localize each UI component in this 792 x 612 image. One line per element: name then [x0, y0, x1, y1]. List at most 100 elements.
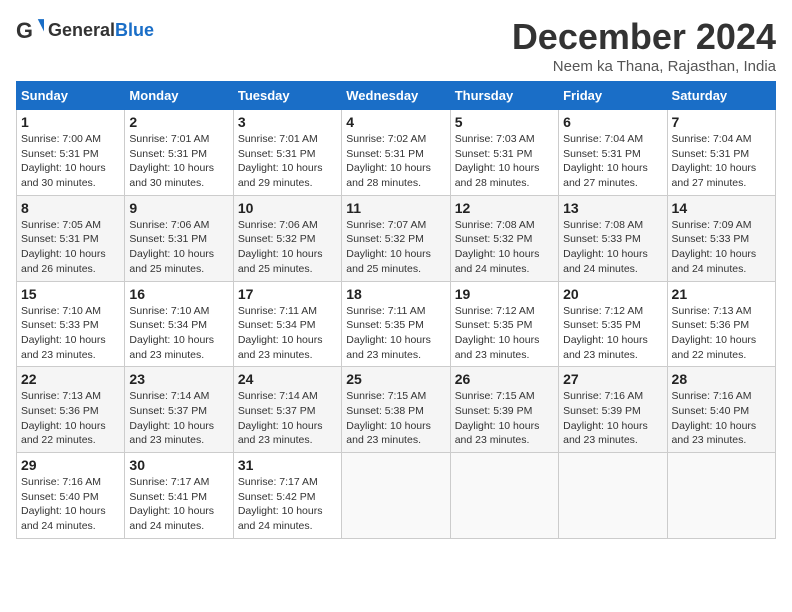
day-cell: 4 Sunrise: 7:02 AM Sunset: 5:31 PM Dayli…: [342, 110, 450, 196]
day-detail: Sunrise: 7:02 AM Sunset: 5:31 PM Dayligh…: [346, 132, 445, 191]
title-block: December 2024 Neem ka Thana, Rajasthan, …: [512, 16, 776, 75]
day-cell: 28 Sunrise: 7:16 AM Sunset: 5:40 PM Dayl…: [667, 367, 775, 453]
day-detail: Sunrise: 7:15 AM Sunset: 5:38 PM Dayligh…: [346, 389, 445, 448]
header-sunday: Sunday: [17, 82, 125, 110]
header-saturday: Saturday: [667, 82, 775, 110]
day-detail: Sunrise: 7:15 AM Sunset: 5:39 PM Dayligh…: [455, 389, 554, 448]
day-cell: 22 Sunrise: 7:13 AM Sunset: 5:36 PM Dayl…: [17, 367, 125, 453]
logo-blue: Blue: [115, 20, 154, 40]
day-cell: 21 Sunrise: 7:13 AM Sunset: 5:36 PM Dayl…: [667, 281, 775, 367]
day-cell: 30 Sunrise: 7:17 AM Sunset: 5:41 PM Dayl…: [125, 453, 233, 539]
day-detail: Sunrise: 7:10 AM Sunset: 5:33 PM Dayligh…: [21, 304, 120, 363]
logo-icon: G: [16, 16, 44, 44]
day-cell: 26 Sunrise: 7:15 AM Sunset: 5:39 PM Dayl…: [450, 367, 558, 453]
day-detail: Sunrise: 7:09 AM Sunset: 5:33 PM Dayligh…: [672, 218, 771, 277]
calendar-title: December 2024: [512, 16, 776, 58]
calendar-table: SundayMondayTuesdayWednesdayThursdayFrid…: [16, 81, 776, 539]
day-detail: Sunrise: 7:13 AM Sunset: 5:36 PM Dayligh…: [21, 389, 120, 448]
day-detail: Sunrise: 7:03 AM Sunset: 5:31 PM Dayligh…: [455, 132, 554, 191]
day-cell: 9 Sunrise: 7:06 AM Sunset: 5:31 PM Dayli…: [125, 195, 233, 281]
day-detail: Sunrise: 7:08 AM Sunset: 5:32 PM Dayligh…: [455, 218, 554, 277]
day-number: 1: [21, 114, 120, 130]
day-cell: 3 Sunrise: 7:01 AM Sunset: 5:31 PM Dayli…: [233, 110, 341, 196]
day-detail: Sunrise: 7:00 AM Sunset: 5:31 PM Dayligh…: [21, 132, 120, 191]
day-number: 16: [129, 286, 228, 302]
header-friday: Friday: [559, 82, 667, 110]
header-wednesday: Wednesday: [342, 82, 450, 110]
header-tuesday: Tuesday: [233, 82, 341, 110]
day-cell: [450, 453, 558, 539]
day-cell: [559, 453, 667, 539]
day-detail: Sunrise: 7:06 AM Sunset: 5:32 PM Dayligh…: [238, 218, 337, 277]
day-detail: Sunrise: 7:08 AM Sunset: 5:33 PM Dayligh…: [563, 218, 662, 277]
day-number: 31: [238, 457, 337, 473]
day-number: 12: [455, 200, 554, 216]
day-cell: 18 Sunrise: 7:11 AM Sunset: 5:35 PM Dayl…: [342, 281, 450, 367]
header-row: SundayMondayTuesdayWednesdayThursdayFrid…: [17, 82, 776, 110]
day-number: 20: [563, 286, 662, 302]
day-detail: Sunrise: 7:13 AM Sunset: 5:36 PM Dayligh…: [672, 304, 771, 363]
day-cell: 19 Sunrise: 7:12 AM Sunset: 5:35 PM Dayl…: [450, 281, 558, 367]
day-detail: Sunrise: 7:17 AM Sunset: 5:42 PM Dayligh…: [238, 475, 337, 534]
day-cell: 7 Sunrise: 7:04 AM Sunset: 5:31 PM Dayli…: [667, 110, 775, 196]
day-cell: 2 Sunrise: 7:01 AM Sunset: 5:31 PM Dayli…: [125, 110, 233, 196]
day-cell: 23 Sunrise: 7:14 AM Sunset: 5:37 PM Dayl…: [125, 367, 233, 453]
day-detail: Sunrise: 7:04 AM Sunset: 5:31 PM Dayligh…: [563, 132, 662, 191]
header-monday: Monday: [125, 82, 233, 110]
day-detail: Sunrise: 7:16 AM Sunset: 5:40 PM Dayligh…: [21, 475, 120, 534]
day-cell: 29 Sunrise: 7:16 AM Sunset: 5:40 PM Dayl…: [17, 453, 125, 539]
day-detail: Sunrise: 7:01 AM Sunset: 5:31 PM Dayligh…: [238, 132, 337, 191]
day-number: 9: [129, 200, 228, 216]
day-detail: Sunrise: 7:16 AM Sunset: 5:40 PM Dayligh…: [672, 389, 771, 448]
day-cell: 16 Sunrise: 7:10 AM Sunset: 5:34 PM Dayl…: [125, 281, 233, 367]
day-cell: [342, 453, 450, 539]
day-cell: 14 Sunrise: 7:09 AM Sunset: 5:33 PM Dayl…: [667, 195, 775, 281]
day-number: 10: [238, 200, 337, 216]
day-cell: 6 Sunrise: 7:04 AM Sunset: 5:31 PM Dayli…: [559, 110, 667, 196]
week-row-4: 29 Sunrise: 7:16 AM Sunset: 5:40 PM Dayl…: [17, 453, 776, 539]
day-number: 25: [346, 371, 445, 387]
day-cell: 31 Sunrise: 7:17 AM Sunset: 5:42 PM Dayl…: [233, 453, 341, 539]
day-cell: 24 Sunrise: 7:14 AM Sunset: 5:37 PM Dayl…: [233, 367, 341, 453]
logo: G GeneralBlue: [16, 16, 154, 44]
day-number: 28: [672, 371, 771, 387]
day-cell: 17 Sunrise: 7:11 AM Sunset: 5:34 PM Dayl…: [233, 281, 341, 367]
day-number: 19: [455, 286, 554, 302]
day-number: 22: [21, 371, 120, 387]
calendar-subtitle: Neem ka Thana, Rajasthan, India: [512, 58, 776, 75]
svg-text:G: G: [16, 18, 33, 43]
day-detail: Sunrise: 7:11 AM Sunset: 5:35 PM Dayligh…: [346, 304, 445, 363]
day-number: 5: [455, 114, 554, 130]
day-number: 13: [563, 200, 662, 216]
day-detail: Sunrise: 7:01 AM Sunset: 5:31 PM Dayligh…: [129, 132, 228, 191]
week-row-3: 22 Sunrise: 7:13 AM Sunset: 5:36 PM Dayl…: [17, 367, 776, 453]
day-detail: Sunrise: 7:05 AM Sunset: 5:31 PM Dayligh…: [21, 218, 120, 277]
day-cell: 5 Sunrise: 7:03 AM Sunset: 5:31 PM Dayli…: [450, 110, 558, 196]
day-number: 7: [672, 114, 771, 130]
day-cell: [667, 453, 775, 539]
day-number: 17: [238, 286, 337, 302]
day-number: 29: [21, 457, 120, 473]
day-cell: 27 Sunrise: 7:16 AM Sunset: 5:39 PM Dayl…: [559, 367, 667, 453]
day-cell: 12 Sunrise: 7:08 AM Sunset: 5:32 PM Dayl…: [450, 195, 558, 281]
day-detail: Sunrise: 7:17 AM Sunset: 5:41 PM Dayligh…: [129, 475, 228, 534]
day-cell: 8 Sunrise: 7:05 AM Sunset: 5:31 PM Dayli…: [17, 195, 125, 281]
day-cell: 1 Sunrise: 7:00 AM Sunset: 5:31 PM Dayli…: [17, 110, 125, 196]
day-number: 23: [129, 371, 228, 387]
day-detail: Sunrise: 7:07 AM Sunset: 5:32 PM Dayligh…: [346, 218, 445, 277]
day-cell: 25 Sunrise: 7:15 AM Sunset: 5:38 PM Dayl…: [342, 367, 450, 453]
day-number: 2: [129, 114, 228, 130]
day-number: 8: [21, 200, 120, 216]
day-number: 24: [238, 371, 337, 387]
page-header: G GeneralBlue December 2024 Neem ka Than…: [16, 16, 776, 75]
day-detail: Sunrise: 7:14 AM Sunset: 5:37 PM Dayligh…: [238, 389, 337, 448]
day-detail: Sunrise: 7:11 AM Sunset: 5:34 PM Dayligh…: [238, 304, 337, 363]
logo-general: General: [48, 20, 115, 40]
day-detail: Sunrise: 7:16 AM Sunset: 5:39 PM Dayligh…: [563, 389, 662, 448]
day-cell: 13 Sunrise: 7:08 AM Sunset: 5:33 PM Dayl…: [559, 195, 667, 281]
day-detail: Sunrise: 7:12 AM Sunset: 5:35 PM Dayligh…: [455, 304, 554, 363]
day-number: 15: [21, 286, 120, 302]
day-cell: 11 Sunrise: 7:07 AM Sunset: 5:32 PM Dayl…: [342, 195, 450, 281]
day-number: 14: [672, 200, 771, 216]
day-detail: Sunrise: 7:04 AM Sunset: 5:31 PM Dayligh…: [672, 132, 771, 191]
